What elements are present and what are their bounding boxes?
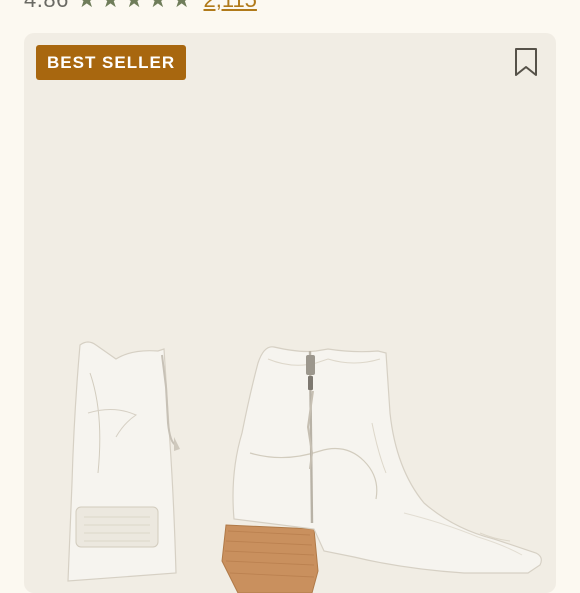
rating-value: 4.86: [24, 0, 69, 13]
star-icon: ★: [172, 0, 192, 11]
star-icon: ★: [148, 0, 168, 11]
left-boot: [67, 341, 180, 582]
product-rating-row: 4.86 ★ ★ ★ ★ ★ 2,115: [24, 0, 257, 12]
right-boot: [221, 346, 542, 593]
review-count-link[interactable]: 2,115: [204, 0, 257, 13]
best-seller-badge: BEST SELLER: [36, 45, 187, 80]
product-image: [67, 341, 542, 593]
star-icon: ★: [101, 0, 121, 11]
star-icon: ★: [77, 0, 97, 11]
star-icon: ★: [124, 0, 144, 11]
product-image-card[interactable]: BEST SELLER: [24, 33, 556, 593]
star-rating: ★ ★ ★ ★ ★: [77, 0, 192, 11]
bookmark-icon[interactable]: [512, 47, 540, 77]
